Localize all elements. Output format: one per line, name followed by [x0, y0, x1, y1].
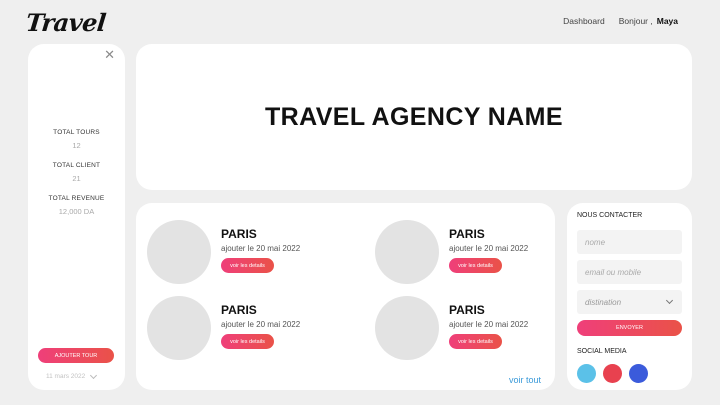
- chevron-down-icon: [665, 296, 674, 305]
- add-tour-button[interactable]: AJOUTER TOUR: [38, 348, 114, 363]
- stat-value: 12: [72, 141, 81, 150]
- tour-image: [147, 220, 211, 284]
- destination-placeholder: distination: [585, 297, 622, 307]
- email-mobile-input[interactable]: [577, 260, 682, 284]
- sidebar: ✕ TOTAL TOURS 12 TOTAL CLIENT 21 TOTAL R…: [28, 44, 125, 390]
- destination-select[interactable]: distination: [577, 290, 682, 314]
- top-nav: Dashboard Bonjour , Maya: [563, 16, 678, 26]
- hero-banner: TRAVEL AGENCY NAME: [136, 44, 692, 190]
- tour-image: [147, 296, 211, 360]
- stat-value: 21: [72, 174, 81, 183]
- date-value: 11 mars 2022: [46, 373, 86, 380]
- user-greeting[interactable]: Bonjour , Maya: [619, 16, 678, 26]
- social-icon-2[interactable]: [603, 364, 622, 383]
- view-details-button[interactable]: voir les details: [449, 258, 502, 273]
- stat-total-client: TOTAL CLIENT 21: [28, 162, 125, 183]
- chevron-down-icon: [90, 371, 98, 379]
- name-input[interactable]: [577, 230, 682, 254]
- view-details-button[interactable]: voir les details: [221, 334, 274, 349]
- date-dropdown[interactable]: 11 mars 2022: [46, 371, 108, 380]
- greeting-text: Bonjour ,: [618, 16, 653, 26]
- send-button[interactable]: ENVOYER: [577, 320, 682, 336]
- social-icon-3[interactable]: [629, 364, 648, 383]
- tours-panel: PARIS ajouter le 20 mai 2022 voir les de…: [136, 203, 555, 390]
- tour-image: [375, 296, 439, 360]
- tour-date: ajouter le 20 mai 2022: [221, 320, 301, 329]
- tour-date: ajouter le 20 mai 2022: [221, 244, 301, 253]
- app-logo[interactable]: Travel: [24, 8, 107, 37]
- contact-title: NOUS CONTACTER: [577, 212, 643, 219]
- see-all-link[interactable]: voir tout: [509, 375, 541, 385]
- tour-city: PARIS: [449, 227, 485, 241]
- social-links: [577, 364, 648, 383]
- tour-city: PARIS: [221, 303, 257, 317]
- view-details-button[interactable]: voir les details: [221, 258, 274, 273]
- tour-date: ajouter le 20 mai 2022: [449, 320, 529, 329]
- tour-card[interactable]: PARIS ajouter le 20 mai 2022 voir les de…: [375, 220, 528, 284]
- close-icon[interactable]: ✕: [104, 48, 115, 61]
- agency-name-title: TRAVEL AGENCY NAME: [265, 102, 563, 131]
- nav-dashboard-link[interactable]: Dashboard: [563, 16, 605, 26]
- stat-total-tours: TOTAL TOURS 12: [28, 129, 125, 150]
- tour-city: PARIS: [221, 227, 257, 241]
- tour-card[interactable]: PARIS ajouter le 20 mai 2022 voir les de…: [375, 296, 528, 360]
- stat-label: TOTAL CLIENT: [52, 162, 101, 169]
- tour-card[interactable]: PARIS ajouter le 20 mai 2022 voir les de…: [147, 220, 300, 284]
- stat-label: TOTAL REVENUE: [48, 195, 105, 202]
- social-media-title: SOCIAL MEDIA: [577, 348, 627, 355]
- social-icon-1[interactable]: [577, 364, 596, 383]
- view-details-button[interactable]: voir les details: [449, 334, 502, 349]
- tour-image: [375, 220, 439, 284]
- contact-panel: NOUS CONTACTER distination ENVOYER SOCIA…: [567, 203, 692, 390]
- tour-city: PARIS: [449, 303, 485, 317]
- tour-card[interactable]: PARIS ajouter le 20 mai 2022 voir les de…: [147, 296, 300, 360]
- stat-value: 12,000 DA: [58, 207, 95, 216]
- stat-total-revenue: TOTAL REVENUE 12,000 DA: [28, 195, 125, 216]
- username: Maya: [656, 16, 678, 26]
- tour-date: ajouter le 20 mai 2022: [449, 244, 529, 253]
- stat-label: TOTAL TOURS: [53, 129, 100, 136]
